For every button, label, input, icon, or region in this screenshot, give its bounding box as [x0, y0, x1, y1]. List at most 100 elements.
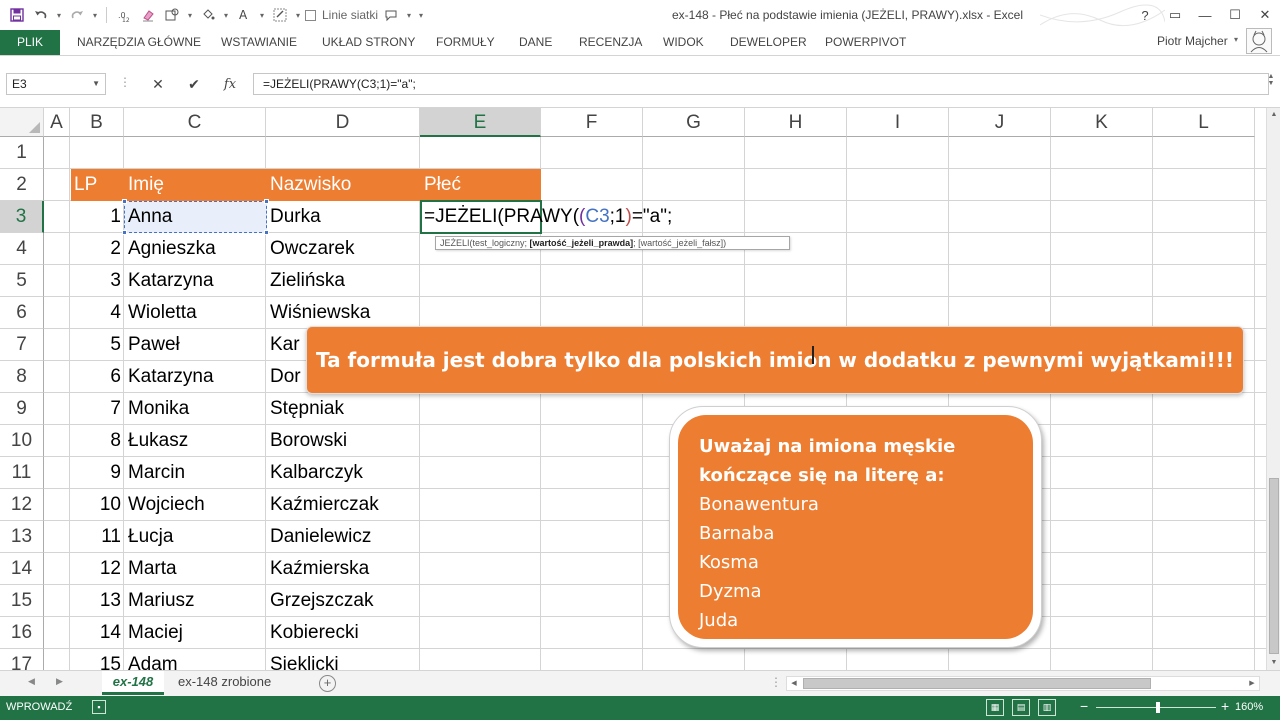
cell-area[interactable]: LP Imię Nazwisko Płeć 1 Anna Durka 2 Agnieszka Ow… [44, 137, 1270, 670]
row-header-15[interactable]: 15 [0, 585, 44, 617]
minimize-icon[interactable]: — [1190, 0, 1220, 30]
add-sheet-icon[interactable]: + [319, 675, 336, 692]
page-break-view-icon[interactable]: ▥ [1038, 699, 1056, 716]
scroll-left-icon[interactable]: ◀ [787, 677, 801, 690]
sheet-next-icon[interactable]: ▶ [56, 676, 63, 687]
redo-dropdown-icon[interactable]: ▾ [90, 4, 100, 26]
page-layout-view-icon[interactable]: ▤ [1012, 699, 1030, 716]
decimal-icon[interactable]: .0 12 [113, 4, 135, 26]
function-tooltip[interactable]: JEŻELI(test_logiczny; [wartość_jeżeli_pr… [435, 236, 790, 250]
tab-powerpivot[interactable]: POWERPIVOT [825, 30, 906, 55]
sheet-tab-done[interactable]: ex-148 zrobione [168, 671, 281, 695]
tab-review[interactable]: RECENZJA [579, 30, 642, 55]
column-header-b[interactable]: B [70, 108, 124, 137]
tab-page-layout[interactable]: UKŁAD STRONY [322, 30, 415, 55]
tab-data[interactable]: DANE [519, 30, 552, 55]
zoom-level[interactable]: 160% [1235, 701, 1263, 713]
ribbon-display-icon[interactable]: ▭ [1160, 0, 1190, 30]
row-header-2[interactable]: 2 [0, 169, 44, 201]
sheet-prev-icon[interactable]: ◀ [28, 676, 35, 687]
close-icon[interactable]: ✕ [1250, 0, 1280, 30]
column-header-g[interactable]: G [643, 108, 745, 137]
confirm-entry-icon[interactable]: ✔ [176, 73, 212, 95]
undo-dropdown-icon[interactable]: ▾ [54, 4, 64, 26]
column-header-l[interactable]: L [1153, 108, 1255, 137]
user-name[interactable]: Piotr Majcher [1157, 34, 1228, 48]
scroll-up-icon[interactable]: ▲ [1267, 108, 1280, 122]
shapes-icon[interactable] [161, 4, 183, 26]
undo-icon[interactable] [30, 4, 52, 26]
border-dropdown-icon[interactable]: ▾ [293, 4, 303, 26]
tab-insert[interactable]: WSTAWIANIE [221, 30, 297, 55]
column-header-i[interactable]: I [847, 108, 949, 137]
row-header-16[interactable]: 16 [0, 617, 44, 649]
row-header-14[interactable]: 14 [0, 553, 44, 585]
column-header-k[interactable]: K [1051, 108, 1153, 137]
help-icon[interactable]: ? [1130, 0, 1160, 30]
font-color-icon[interactable]: A [233, 4, 255, 26]
save-icon[interactable] [6, 4, 28, 26]
row-header-3[interactable]: 3 [0, 201, 44, 233]
column-header-e[interactable]: E [420, 108, 541, 137]
row-header-4[interactable]: 4 [0, 233, 44, 265]
column-header-h[interactable]: H [745, 108, 847, 137]
redo-icon[interactable] [66, 4, 88, 26]
row-header-11[interactable]: 11 [0, 457, 44, 489]
scroll-right-icon[interactable]: ▶ [1245, 677, 1259, 690]
customize-icon[interactable]: ▾ [416, 4, 426, 26]
macro-record-icon[interactable]: ▪ [92, 700, 106, 714]
user-dropdown-icon[interactable]: ▾ [1234, 35, 1238, 44]
select-all-button[interactable] [0, 108, 44, 137]
zoom-in-icon[interactable]: + [1221, 698, 1229, 714]
row-header-5[interactable]: 5 [0, 265, 44, 297]
font-color-dropdown-icon[interactable]: ▾ [257, 4, 267, 26]
comment-dropdown-icon[interactable]: ▾ [404, 4, 414, 26]
column-header-f[interactable]: F [541, 108, 643, 137]
vertical-scroll-thumb[interactable] [1269, 478, 1279, 654]
tab-developer[interactable]: DEWELOPER [730, 30, 807, 55]
fill-icon[interactable] [197, 4, 219, 26]
comment-icon[interactable] [380, 4, 402, 26]
eraser-icon[interactable] [137, 4, 159, 26]
name-box[interactable]: E3 ▼ [6, 73, 106, 95]
shapes-dropdown-icon[interactable]: ▾ [185, 4, 195, 26]
tab-formulas[interactable]: FORMUŁY [436, 30, 495, 55]
tab-file[interactable]: PLIK [0, 30, 60, 55]
zoom-out-icon[interactable]: − [1080, 698, 1088, 714]
cancel-entry-icon[interactable]: ✕ [140, 73, 176, 95]
name-box-dropdown-icon[interactable]: ▼ [92, 74, 100, 94]
formula-bar-expand-icon[interactable]: ▲ ▼ [1266, 73, 1276, 95]
row-header-7[interactable]: 7 [0, 329, 44, 361]
avatar[interactable] [1246, 28, 1272, 54]
normal-view-icon[interactable]: ▦ [986, 699, 1004, 716]
fill-dropdown-icon[interactable]: ▾ [221, 4, 231, 26]
column-header-d[interactable]: D [266, 108, 420, 137]
row-header-10[interactable]: 10 [0, 425, 44, 457]
row-header-8[interactable]: 8 [0, 361, 44, 393]
row-header-9[interactable]: 9 [0, 393, 44, 425]
sheet-tab-active[interactable]: ex-148 [102, 671, 164, 695]
tab-home[interactable]: NARZĘDZIA GŁÓWNE [77, 30, 201, 55]
restore-icon[interactable]: ☐ [1220, 0, 1250, 30]
tab-view[interactable]: WIDOK [663, 30, 704, 55]
column-header-j[interactable]: J [949, 108, 1051, 137]
row-header-13[interactable]: 13 [0, 521, 44, 553]
row-header-17[interactable]: 17 [0, 649, 44, 670]
vertical-scrollbar[interactable]: ▲ ▼ [1266, 108, 1280, 670]
formula-input[interactable]: =JEŻELI(PRAWY(C3;1)="a"; [253, 73, 1269, 95]
column-header-c[interactable]: C [124, 108, 266, 137]
row-header-1[interactable]: 1 [0, 137, 44, 169]
insert-function-icon[interactable]: fx [212, 73, 248, 95]
horizontal-scroll-thumb[interactable] [803, 678, 1151, 689]
horizontal-scrollbar[interactable]: ◀ ▶ [786, 676, 1260, 691]
column-header-a[interactable]: A [44, 108, 70, 137]
cell-imie: Marcin [128, 462, 186, 483]
row-header-6[interactable]: 6 [0, 297, 44, 329]
tab-split-grip-icon[interactable]: ⋮ [770, 675, 782, 689]
row-header-12[interactable]: 12 [0, 489, 44, 521]
gridlines-checkbox[interactable] [305, 9, 316, 21]
zoom-slider-knob[interactable] [1156, 702, 1160, 713]
formula-bar-grip-icon[interactable]: ⋮ [119, 75, 131, 89]
scroll-down-icon[interactable]: ▼ [1267, 656, 1280, 670]
border-icon[interactable] [269, 4, 291, 26]
